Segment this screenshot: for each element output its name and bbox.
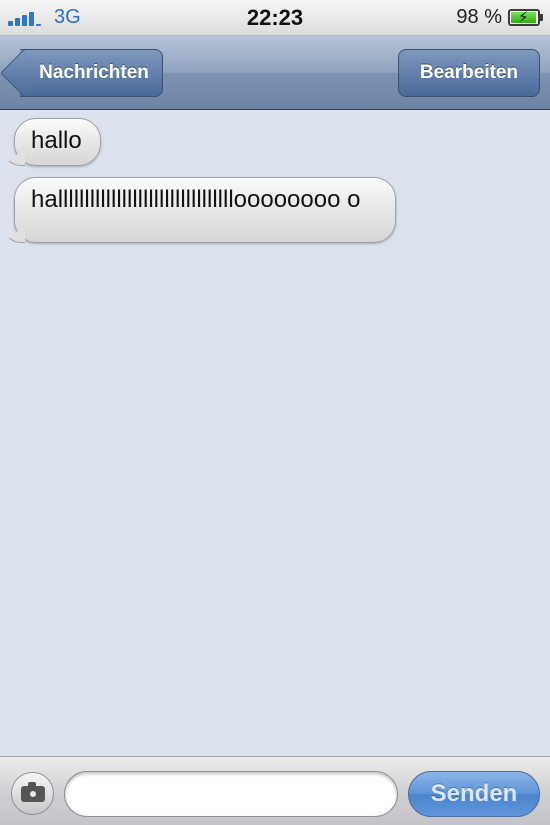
camera-button[interactable] — [11, 772, 54, 815]
bubble-tail — [3, 225, 25, 243]
back-button[interactable]: Nachrichten — [0, 48, 163, 98]
message-input[interactable] — [64, 771, 398, 817]
charging-bolt-icon: ⚡ — [518, 9, 529, 26]
edit-button[interactable]: Bearbeiten — [398, 49, 540, 97]
battery-percentage: 98 % — [456, 6, 502, 28]
bubble-tail — [3, 148, 25, 166]
status-bar: 3G 22:23 98 % ⚡ — [0, 0, 550, 36]
message-bubble[interactable]: halllllllllllllllllllllllllllllllllooooo… — [3, 177, 396, 243]
message-list: hallo hallllllllllllllllllllllllllllllll… — [0, 110, 550, 756]
composer-bar: Senden — [0, 756, 550, 825]
battery-charging-icon: ⚡ — [508, 9, 543, 26]
camera-lens — [28, 789, 38, 799]
message-text: hallo — [31, 127, 82, 154]
camera-icon — [21, 782, 45, 802]
navigation-bar: Nachrichten Bearbeiten — [0, 36, 550, 110]
back-button-label: Nachrichten — [39, 62, 149, 83]
send-button[interactable]: Senden — [408, 771, 540, 817]
message-bubble[interactable]: hallo — [3, 118, 101, 166]
message-text: halllllllllllllllllllllllllllllllllooooo… — [31, 186, 361, 213]
